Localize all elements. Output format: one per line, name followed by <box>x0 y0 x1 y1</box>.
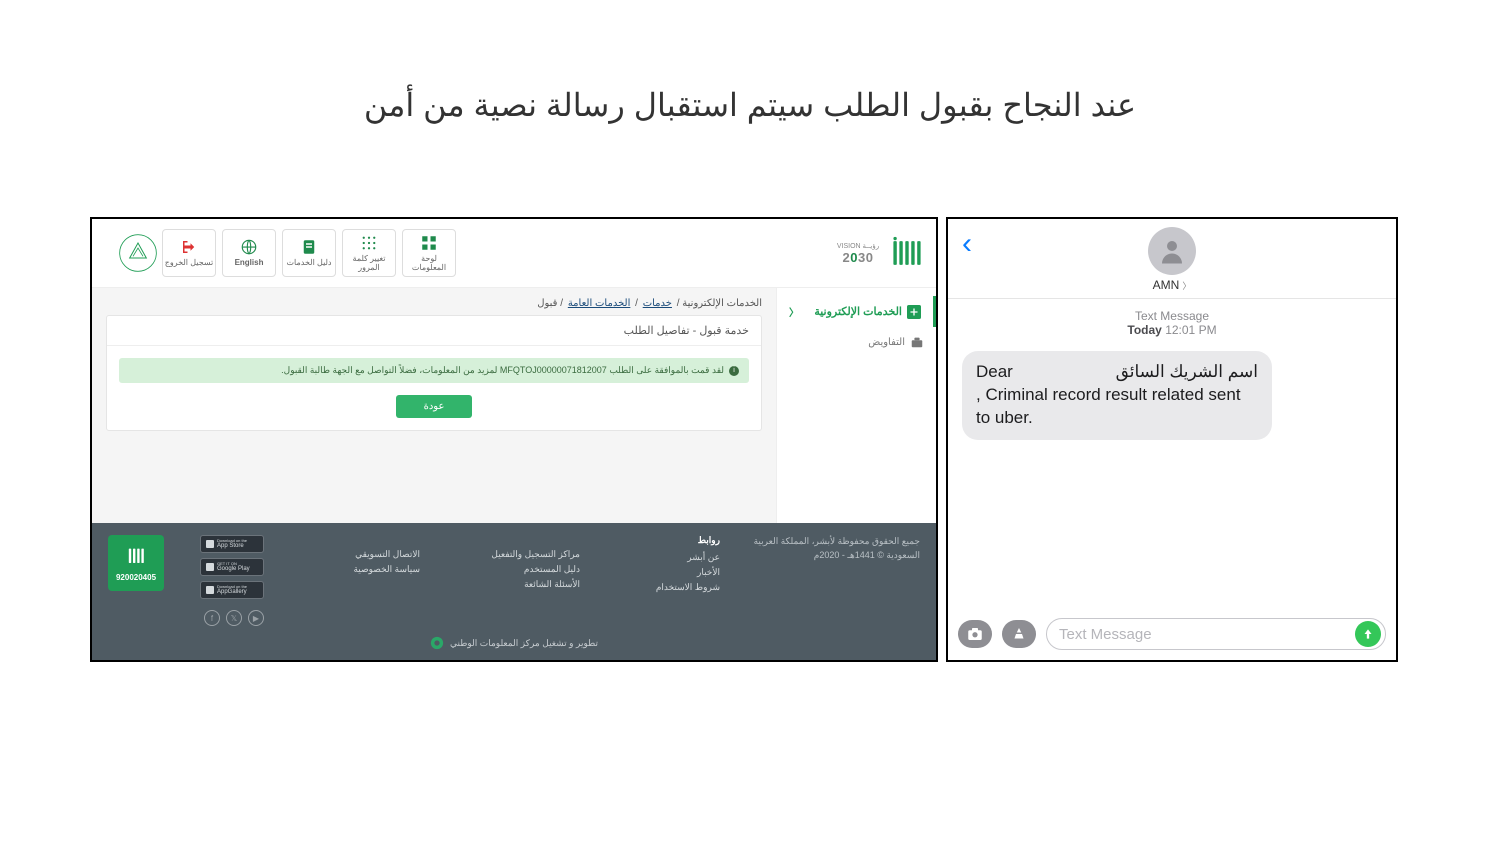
youtube-icon[interactable]: ▶ <box>248 610 264 626</box>
footer-link[interactable]: سياسة الخصوصية <box>310 564 420 575</box>
apple-icon <box>206 540 214 548</box>
footer-link[interactable]: مراكز التسجيل والتفعيل <box>450 549 580 560</box>
contact-avatar[interactable] <box>1148 227 1196 275</box>
footer-link[interactable]: عن أبشر <box>610 552 720 563</box>
footer-rights: جميع الحقوق محفوظة لأبشر، المملكة العربي… <box>750 535 920 562</box>
chevron-left-icon: 〈 <box>789 304 799 319</box>
absher-logo-icon <box>890 236 924 270</box>
app-store-badge[interactable]: Download on theApp Store <box>200 535 264 553</box>
play-icon <box>206 563 214 571</box>
message-type-label: Text Message <box>962 309 1382 323</box>
nav-services-guide[interactable]: دليل الخدمات <box>282 229 336 277</box>
nav-dashboard[interactable]: لوحة المعلومات <box>402 229 456 277</box>
info-icon: i <box>729 366 739 376</box>
nav-language[interactable]: English <box>222 229 276 277</box>
message-bubble: Dearاسم الشريك السائق , Criminal record … <box>962 351 1272 440</box>
absher-panel: رؤيــة VISION 2030 لوحة المعلومات تغيير … <box>90 217 938 662</box>
saudi-emblem-icon <box>114 229 162 277</box>
vision-2030-logo: رؤيــة VISION 2030 <box>834 239 882 267</box>
nav-change-password[interactable]: تغيير كلمة المرور <box>342 229 396 277</box>
camera-button[interactable] <box>958 620 992 648</box>
footer-bottom: تطوير و تشغيل مركز المعلومات الوطني <box>108 626 920 660</box>
absher-footer: جميع الحقوق محفوظة لأبشر، المملكة العربي… <box>92 523 936 660</box>
imessage-header: ‹ AMN〉 <box>948 219 1396 299</box>
app-store-button[interactable] <box>1002 620 1036 648</box>
text-input-wrap <box>1046 618 1386 650</box>
nav-logout[interactable]: تسجيل الخروج <box>162 229 216 277</box>
google-play-badge[interactable]: GET IT ONGoogle Play <box>200 558 264 576</box>
page-heading: عند النجاح بقبول الطلب سيتم استقبال رسال… <box>0 86 1500 124</box>
back-chevron-icon[interactable]: ‹ <box>962 227 972 261</box>
twitter-icon[interactable]: 𝕏 <box>226 610 242 626</box>
send-button[interactable] <box>1355 621 1381 647</box>
back-button[interactable]: عودة <box>396 395 473 418</box>
breadcrumb-services[interactable]: خدمات <box>643 298 672 309</box>
huawei-icon <box>206 586 214 594</box>
sidebar-item-authorizations[interactable]: التفاويض <box>777 327 936 357</box>
chevron-right-icon: 〉 <box>1182 279 1191 292</box>
footer-link[interactable]: الأسئلة الشائعة <box>450 579 580 590</box>
contact-name[interactable]: AMN〉 <box>1153 278 1192 292</box>
footer-link[interactable]: الاتصال التسويقي <box>310 549 420 560</box>
sidebar: الخدمات الإلكترونية 〈 التفاويض <box>776 288 936 523</box>
breadcrumb-general[interactable]: الخدمات العامة <box>568 298 631 309</box>
nic-logo-icon <box>430 636 444 650</box>
message-timestamp: Today 12:01 PM <box>962 323 1382 337</box>
footer-link[interactable]: الأخبار <box>610 567 720 578</box>
facebook-icon[interactable]: f <box>204 610 220 626</box>
content-panel: خدمة قبول - تفاصيل الطلب i لقد قمت بالمو… <box>106 315 762 431</box>
hotline-box: 920020405 <box>108 535 164 591</box>
imessage-panel: ‹ AMN〉 Text Message Today 12:01 PM Dearا… <box>946 217 1398 662</box>
success-alert: i لقد قمت بالموافقة على الطلب MFQTOJ0000… <box>119 358 749 383</box>
input-bar <box>948 610 1396 660</box>
footer-link[interactable]: شروط الاستخدام <box>610 582 720 593</box>
sidebar-item-eservices[interactable]: الخدمات الإلكترونية 〈 <box>777 296 936 327</box>
app-gallery-badge[interactable]: Download on theAppGallery <box>200 581 264 599</box>
footer-link[interactable]: دليل المستخدم <box>450 564 580 575</box>
breadcrumb: الخدمات الإلكترونية / خدمات / الخدمات ال… <box>106 298 762 309</box>
panel-heading: خدمة قبول - تفاصيل الطلب <box>107 316 761 346</box>
absher-header: رؤيــة VISION 2030 لوحة المعلومات تغيير … <box>92 219 936 288</box>
message-input[interactable] <box>1059 626 1355 643</box>
